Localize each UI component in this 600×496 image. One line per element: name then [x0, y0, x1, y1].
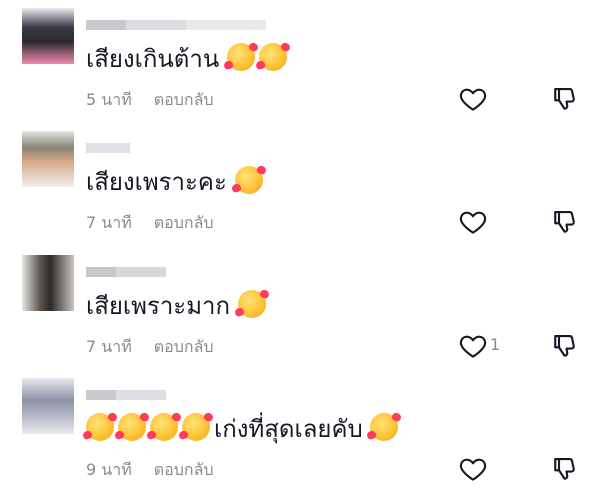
username-blurred[interactable]: [86, 267, 166, 277]
timestamp: 7 นาที: [86, 337, 132, 356]
smiling-face-with-hearts-icon: [258, 43, 287, 71]
smiling-face-with-hearts-icon: [237, 290, 266, 318]
like-button[interactable]: [458, 84, 488, 114]
timestamp: 5 นาที: [86, 90, 132, 109]
comment-item: เก่งที่สุดเลยคับ 9 นาที ตอบกลับ: [0, 378, 600, 488]
like-button[interactable]: [458, 331, 488, 361]
timestamp: 9 นาที: [86, 460, 132, 479]
like-count: 1: [490, 335, 501, 354]
avatar[interactable]: [22, 378, 74, 434]
reply-button[interactable]: ตอบกลับ: [154, 337, 214, 356]
username-blurred[interactable]: [86, 390, 166, 400]
thumbs-down-outline-icon: [554, 334, 575, 357]
smiling-face-with-hearts-icon: [118, 413, 146, 441]
avatar[interactable]: [22, 131, 74, 187]
username-blurred[interactable]: [86, 143, 130, 153]
dislike-button[interactable]: [549, 331, 579, 361]
smiling-face-with-hearts-icon: [226, 43, 255, 71]
smiling-face-with-hearts-icon: [234, 166, 263, 194]
comment-text: เสียงเพราะคะ: [86, 165, 267, 199]
smiling-face-with-hearts-icon: [370, 413, 399, 441]
comment-meta: 5 นาที ตอบกลับ: [86, 88, 214, 113]
thumbs-down-outline-icon: [554, 457, 575, 480]
heart-outline-icon: [459, 335, 487, 358]
dislike-button[interactable]: [549, 84, 579, 114]
like-button[interactable]: [458, 207, 488, 237]
reply-button[interactable]: ตอบกลับ: [154, 90, 214, 109]
username-blurred[interactable]: [86, 20, 266, 30]
comment-text: เสียงเกินต้าน: [86, 42, 291, 76]
smiling-face-with-hearts-icon: [86, 413, 114, 441]
dislike-button[interactable]: [549, 454, 579, 484]
heart-outline-icon: [459, 458, 487, 481]
comment-item: เสียเพราะมาก 7 นาที ตอบกลับ 1: [0, 255, 600, 365]
like-button[interactable]: [458, 454, 488, 484]
thumbs-down-outline-icon: [554, 87, 575, 110]
heart-outline-icon: [459, 88, 487, 111]
reply-button[interactable]: ตอบกลับ: [154, 460, 214, 479]
comment-meta: 7 นาที ตอบกลับ: [86, 211, 214, 236]
comment-meta: 9 นาที ตอบกลับ: [86, 458, 214, 483]
reply-button[interactable]: ตอบกลับ: [154, 213, 214, 232]
comment-item: เสียงเกินต้าน 5 นาที ตอบกลับ: [0, 8, 600, 118]
comment-text: เสียเพราะมาก: [86, 289, 270, 323]
comment-meta: 7 นาที ตอบกลับ: [86, 335, 214, 360]
comment-text: เก่งที่สุดเลยคับ: [86, 412, 402, 446]
comment-item: เสียงเพราะคะ 7 นาที ตอบกลับ: [0, 131, 600, 241]
smiling-face-with-hearts-icon: [182, 413, 210, 441]
smiling-face-with-hearts-icon: [150, 413, 178, 441]
heart-outline-icon: [459, 211, 487, 234]
avatar[interactable]: [22, 8, 74, 64]
avatar[interactable]: [22, 255, 74, 311]
timestamp: 7 นาที: [86, 213, 132, 232]
dislike-button[interactable]: [549, 207, 579, 237]
thumbs-down-outline-icon: [554, 210, 575, 233]
